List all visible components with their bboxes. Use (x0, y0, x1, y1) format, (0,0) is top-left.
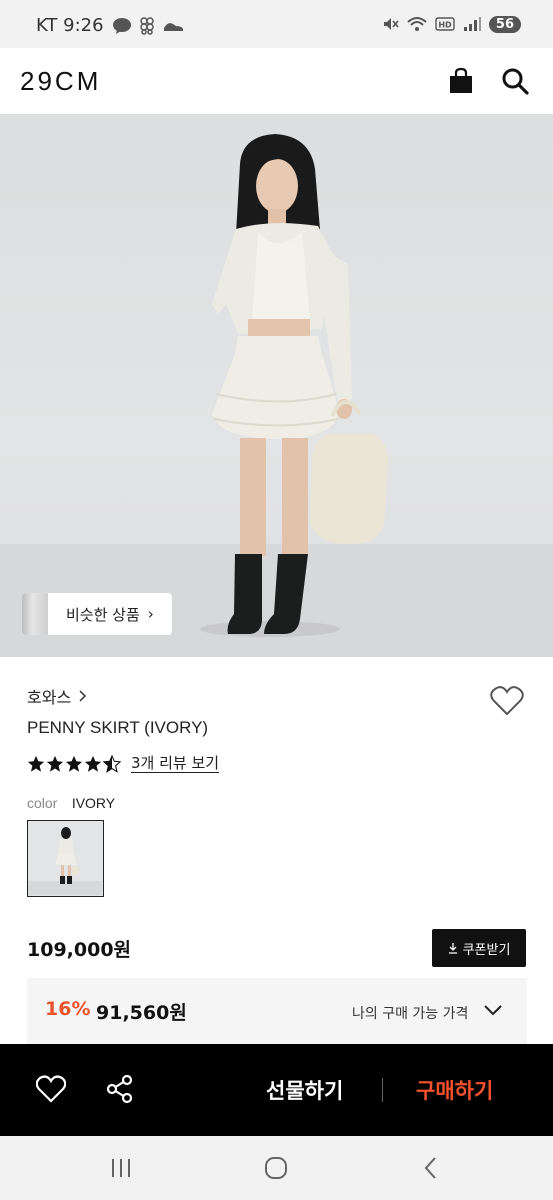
color-row: color IVORY (27, 795, 115, 812)
battery-indicator: 56 (488, 15, 521, 33)
my-price-box[interactable]: 16% 91,560원 나의 구매 가능 가격 (27, 978, 527, 1044)
my-price-label: 나의 구매 가능 가격 (352, 1006, 469, 1022)
star-icon (84, 755, 102, 772)
star-icon (46, 755, 64, 772)
original-price: 109,000원 (27, 939, 132, 961)
svg-text:HD: HD (438, 21, 452, 30)
download-icon (448, 943, 457, 954)
status-right: HD 56 (381, 15, 521, 33)
system-nav-bar (0, 1136, 553, 1200)
chevron-down-icon (484, 1005, 502, 1016)
chevron-right-icon: › (147, 605, 154, 623)
status-left: KT 9:26 (36, 15, 184, 36)
brand-link[interactable]: 호와스 (27, 684, 87, 708)
carrier-time: KT 9:26 (36, 15, 104, 36)
half-star-icon (103, 754, 121, 773)
coupon-label: 쿠폰받기 (462, 942, 511, 958)
color-label: color (27, 795, 58, 811)
wifi-icon (407, 17, 427, 31)
similar-products-label: 비슷한 상품 (66, 605, 140, 624)
shoe-icon (163, 22, 183, 31)
signal-icon (463, 17, 481, 31)
gift-button[interactable]: 선물하기 (266, 1075, 343, 1105)
shopping-bag-icon[interactable] (446, 66, 476, 96)
app-grid-icon (139, 16, 154, 35)
similar-thumbnail (22, 593, 48, 635)
share-icon[interactable] (105, 1074, 135, 1104)
brand-name: 호와스 (27, 688, 72, 707)
rating-row: 3개 리뷰 보기 (27, 754, 220, 773)
mute-icon (383, 18, 399, 30)
logo[interactable]: 29CM (20, 66, 101, 97)
star-icon (27, 755, 45, 772)
buy-button[interactable]: 구매하기 (416, 1075, 493, 1105)
coupon-download-button[interactable]: 쿠폰받기 (432, 929, 526, 967)
hd-icon: HD (435, 17, 455, 31)
chevron-right-icon (79, 690, 87, 702)
swatch-thumbnail (28, 821, 102, 895)
app-header: 29CM (0, 48, 553, 114)
discount-price: 91,560원 (96, 1002, 187, 1024)
back-icon[interactable] (418, 1156, 444, 1180)
kakaotalk-icon (112, 17, 131, 34)
review-link[interactable]: 3개 리뷰 보기 (131, 754, 220, 773)
bottom-action-bar: 선물하기 구매하기 (0, 1044, 553, 1136)
product-name: PENNY SKIRT (IVORY) (27, 718, 209, 737)
similar-products-button[interactable]: 비슷한 상품 › (22, 593, 172, 635)
star-rating (27, 754, 121, 773)
model-photo (0, 134, 553, 657)
star-icon (65, 755, 83, 772)
recent-apps-icon[interactable] (108, 1156, 134, 1180)
heart-icon[interactable] (36, 1075, 66, 1103)
wishlist-heart-icon[interactable] (490, 685, 524, 717)
home-icon[interactable] (263, 1156, 289, 1180)
color-swatch-ivory[interactable] (27, 820, 104, 897)
status-bar: KT 9:26 HD 56 (0, 0, 553, 48)
product-hero-image[interactable]: 비슷한 상품 › (0, 114, 553, 657)
divider (382, 1078, 383, 1102)
discount-rate: 16% (45, 998, 91, 1020)
color-value: IVORY (71, 795, 116, 811)
search-icon[interactable] (500, 66, 530, 96)
